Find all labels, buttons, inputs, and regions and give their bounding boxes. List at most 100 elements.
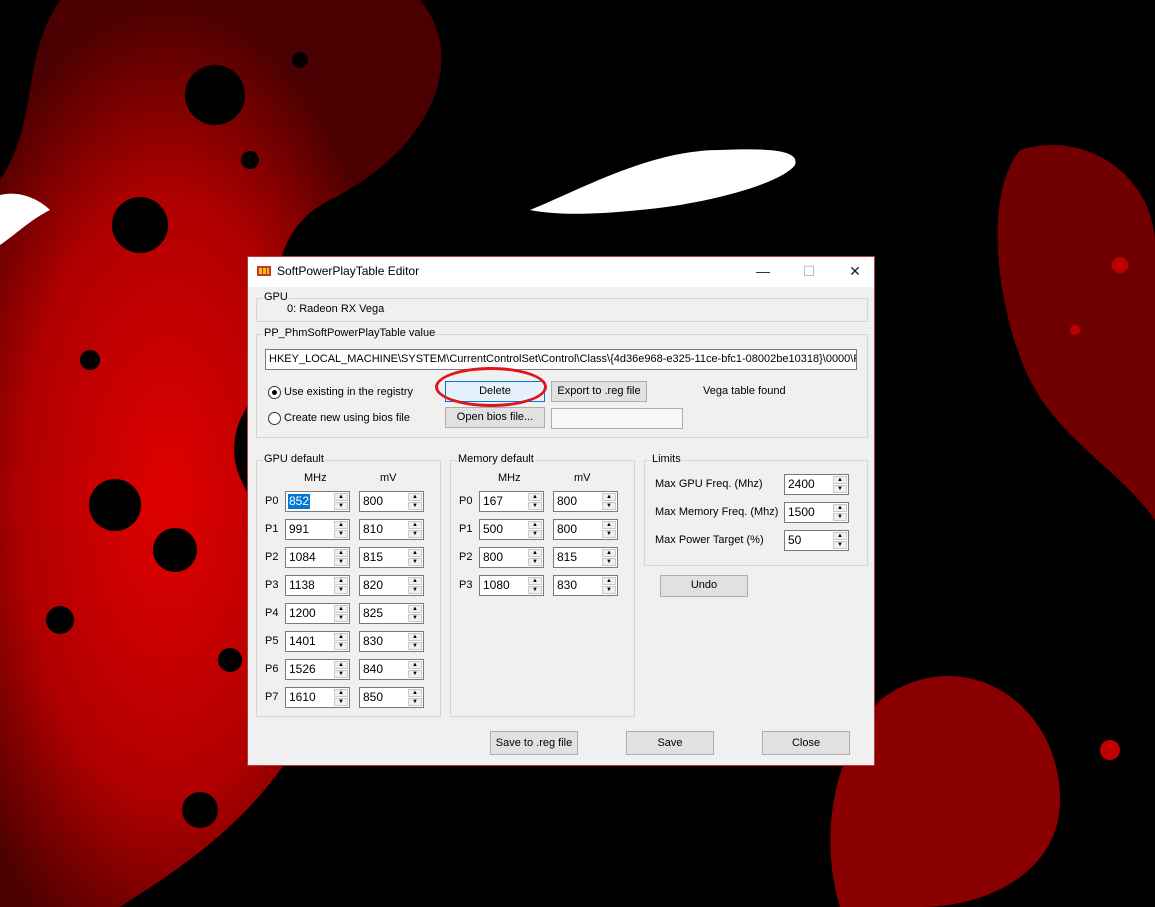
spin-down-icon[interactable]: ▼	[334, 586, 348, 594]
spin-up-icon[interactable]: ▲	[334, 577, 348, 585]
spinner-arrows[interactable]: ▲ ▼	[408, 689, 422, 706]
spin-up-icon[interactable]: ▲	[408, 661, 422, 669]
mv-spinner[interactable]: 830 ▲ ▼	[553, 575, 618, 596]
mv-value[interactable]: 815	[556, 550, 578, 565]
mhz-value[interactable]: 1084	[288, 550, 317, 565]
spin-up-icon[interactable]: ▲	[334, 493, 348, 501]
close-button[interactable]: Close	[762, 731, 850, 755]
spin-down-icon[interactable]: ▼	[602, 558, 616, 566]
spin-up-icon[interactable]: ▲	[528, 549, 542, 557]
mhz-value[interactable]: 1138	[288, 578, 316, 593]
mv-spinner[interactable]: 810 ▲ ▼	[359, 519, 424, 540]
spinner-arrows[interactable]: ▲ ▼	[833, 504, 847, 521]
mhz-spinner[interactable]: 1138 ▲ ▼	[285, 575, 350, 596]
max-gpu-freq-value[interactable]: 2400	[787, 477, 816, 492]
spin-up-icon[interactable]: ▲	[334, 549, 348, 557]
max-power-spinner[interactable]: 50 ▲ ▼	[784, 530, 849, 551]
spinner-arrows[interactable]: ▲ ▼	[408, 605, 422, 622]
spinner-arrows[interactable]: ▲ ▼	[334, 689, 348, 706]
close-window-button[interactable]: ✕	[832, 257, 878, 287]
spin-down-icon[interactable]: ▼	[334, 670, 348, 678]
max-mem-freq-spinner[interactable]: 1500 ▲ ▼	[784, 502, 849, 523]
spinner-arrows[interactable]: ▲ ▼	[528, 549, 542, 566]
spin-down-icon[interactable]: ▼	[408, 698, 422, 706]
spin-down-icon[interactable]: ▼	[408, 642, 422, 650]
mhz-value[interactable]: 1610	[288, 690, 317, 705]
spinner-arrows[interactable]: ▲ ▼	[528, 521, 542, 538]
spin-down-icon[interactable]: ▼	[408, 530, 422, 538]
maximize-button[interactable]: ☐	[786, 257, 832, 287]
mv-value[interactable]: 850	[362, 690, 384, 705]
spin-up-icon[interactable]: ▲	[833, 476, 847, 484]
spin-up-icon[interactable]: ▲	[334, 605, 348, 613]
spinner-arrows[interactable]: ▲ ▼	[334, 521, 348, 538]
spin-down-icon[interactable]: ▼	[833, 485, 847, 493]
spinner-arrows[interactable]: ▲ ▼	[334, 493, 348, 510]
mv-value[interactable]: 810	[362, 522, 384, 537]
spinner-arrows[interactable]: ▲ ▼	[602, 493, 616, 510]
spin-up-icon[interactable]: ▲	[602, 521, 616, 529]
mv-spinner[interactable]: 815 ▲ ▼	[359, 547, 424, 568]
spin-down-icon[interactable]: ▼	[408, 558, 422, 566]
mv-value[interactable]: 840	[362, 662, 384, 677]
spinner-arrows[interactable]: ▲ ▼	[334, 549, 348, 566]
spin-down-icon[interactable]: ▼	[334, 614, 348, 622]
mhz-value[interactable]: 1200	[288, 606, 317, 621]
spin-down-icon[interactable]: ▼	[602, 502, 616, 510]
mhz-spinner[interactable]: 500 ▲ ▼	[479, 519, 544, 540]
spin-up-icon[interactable]: ▲	[833, 504, 847, 512]
spinner-arrows[interactable]: ▲ ▼	[602, 549, 616, 566]
spinner-arrows[interactable]: ▲ ▼	[408, 577, 422, 594]
spinner-arrows[interactable]: ▲ ▼	[408, 633, 422, 650]
spin-up-icon[interactable]: ▲	[528, 493, 542, 501]
mhz-spinner[interactable]: 1084 ▲ ▼	[285, 547, 350, 568]
spin-down-icon[interactable]: ▼	[833, 513, 847, 521]
max-power-value[interactable]: 50	[787, 533, 802, 548]
spinner-arrows[interactable]: ▲ ▼	[602, 577, 616, 594]
spin-up-icon[interactable]: ▲	[408, 493, 422, 501]
spin-down-icon[interactable]: ▼	[334, 530, 348, 538]
mhz-value[interactable]: 1526	[288, 662, 317, 677]
radio-use-existing-label[interactable]: Use existing in the registry	[284, 386, 413, 398]
spin-up-icon[interactable]: ▲	[408, 689, 422, 697]
open-bios-button[interactable]: Open bios file...	[445, 407, 545, 428]
spin-up-icon[interactable]: ▲	[334, 689, 348, 697]
max-gpu-freq-spinner[interactable]: 2400 ▲ ▼	[784, 474, 849, 495]
mv-value[interactable]: 800	[556, 494, 578, 509]
mv-spinner[interactable]: 800 ▲ ▼	[553, 491, 618, 512]
mhz-value[interactable]: 991	[288, 522, 310, 537]
spin-down-icon[interactable]: ▼	[334, 698, 348, 706]
spinner-arrows[interactable]: ▲ ▼	[408, 521, 422, 538]
export-reg-button[interactable]: Export to .reg file	[551, 381, 647, 402]
mhz-spinner[interactable]: 167 ▲ ▼	[479, 491, 544, 512]
mv-spinner[interactable]: 850 ▲ ▼	[359, 687, 424, 708]
spin-up-icon[interactable]: ▲	[528, 521, 542, 529]
mhz-spinner[interactable]: 991 ▲ ▼	[285, 519, 350, 540]
mv-value[interactable]: 815	[362, 550, 384, 565]
mhz-value[interactable]: 852	[288, 494, 311, 509]
mv-value[interactable]: 820	[362, 578, 384, 593]
mv-value[interactable]: 830	[362, 634, 384, 649]
mhz-value[interactable]: 500	[482, 522, 504, 537]
spin-up-icon[interactable]: ▲	[334, 521, 348, 529]
spin-up-icon[interactable]: ▲	[528, 577, 542, 585]
spinner-arrows[interactable]: ▲ ▼	[408, 549, 422, 566]
mv-value[interactable]: 800	[556, 522, 578, 537]
registry-path-field[interactable]: HKEY_LOCAL_MACHINE\SYSTEM\CurrentControl…	[265, 349, 857, 370]
spin-up-icon[interactable]: ▲	[334, 633, 348, 641]
spin-down-icon[interactable]: ▼	[833, 541, 847, 549]
spinner-arrows[interactable]: ▲ ▼	[334, 661, 348, 678]
save-button[interactable]: Save	[626, 731, 714, 755]
spin-down-icon[interactable]: ▼	[408, 614, 422, 622]
undo-button[interactable]: Undo	[660, 575, 748, 597]
spinner-arrows[interactable]: ▲ ▼	[408, 661, 422, 678]
spinner-arrows[interactable]: ▲ ▼	[528, 577, 542, 594]
mv-spinner[interactable]: 815 ▲ ▼	[553, 547, 618, 568]
mhz-spinner[interactable]: 1526 ▲ ▼	[285, 659, 350, 680]
spin-down-icon[interactable]: ▼	[408, 502, 422, 510]
minimize-button[interactable]: —	[740, 257, 786, 287]
max-mem-freq-value[interactable]: 1500	[787, 505, 816, 520]
mhz-value[interactable]: 800	[482, 550, 504, 565]
mhz-value[interactable]: 167	[482, 494, 504, 509]
spin-down-icon[interactable]: ▼	[334, 558, 348, 566]
